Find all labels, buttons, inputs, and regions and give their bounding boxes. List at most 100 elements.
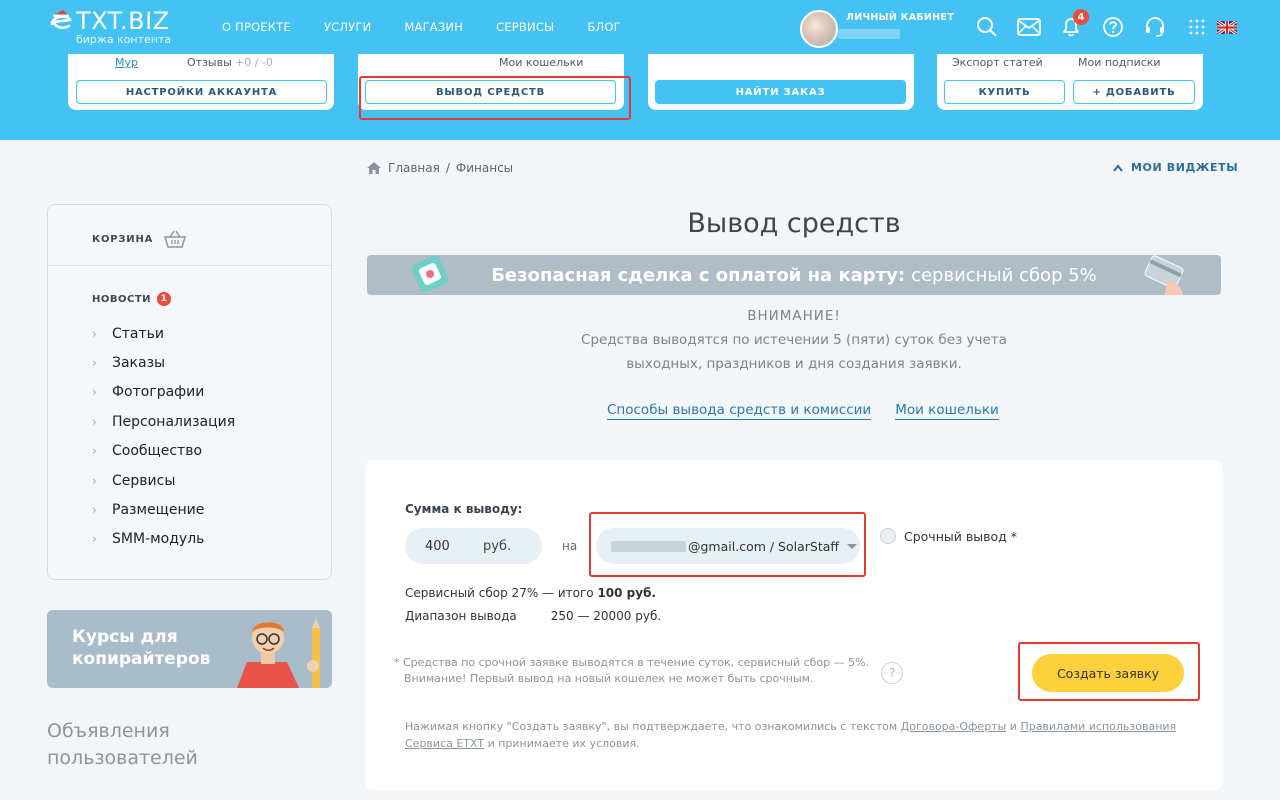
copywriter-courses-banner[interactable]: Курсы для копирайтеров xyxy=(47,610,332,688)
sidebar-item-smm[interactable]: › SMM-модуль xyxy=(92,525,235,554)
breadcrumb-home[interactable]: Главная xyxy=(388,161,440,175)
header-icons: 4 xyxy=(975,9,1239,39)
sidebar-item-orders[interactable]: › Заказы xyxy=(92,348,235,377)
fee-total: 100 руб. xyxy=(597,586,657,600)
user-ads-heading: Объявления пользователей xyxy=(47,718,247,772)
sidebar-menu: › Статьи › Заказы › Фотографии › Персонализа… xyxy=(92,319,235,554)
amount-unit: руб. xyxy=(483,538,512,554)
sidebar-item-label: Размещение xyxy=(112,502,205,519)
highlight-withdraw xyxy=(359,76,631,120)
sidebar-item-label: Статьи xyxy=(112,325,165,342)
nav-tools[interactable]: СЕРВИСЫ xyxy=(496,20,554,34)
headset-icon[interactable] xyxy=(1143,15,1167,39)
chevron-right-icon: › xyxy=(92,326,97,341)
question-icon[interactable]: ? xyxy=(881,662,903,684)
sidebar-item-photos[interactable]: › Фотографии xyxy=(92,378,235,407)
breadcrumb-sep: / xyxy=(445,161,450,175)
sidebar-item-community[interactable]: › Сообщество xyxy=(92,437,235,466)
withdraw-range: Диапазон вывода 250 — 20000 руб. xyxy=(405,609,661,623)
uk-flag-icon[interactable] xyxy=(1215,15,1239,39)
chevron-right-icon: › xyxy=(92,385,97,400)
offer-agreement-link[interactable]: Договора-Оферты xyxy=(901,720,1007,733)
sidebar-item-placement[interactable]: › Размещение xyxy=(92,495,235,524)
amount-value: 400 xyxy=(425,538,450,554)
my-widgets-toggle[interactable]: МОИ ВИДЖЕТЫ xyxy=(1113,161,1238,174)
urgent-withdraw-checkbox[interactable]: Срочный вывод * xyxy=(880,528,1017,544)
highlight-create xyxy=(1018,642,1200,701)
sidebar-item-services[interactable]: › Сервисы xyxy=(92,466,235,495)
nav-services[interactable]: УСЛУГИ xyxy=(324,20,372,34)
methods-commissions-link[interactable]: Способы вывода средств и комиссии xyxy=(607,402,872,420)
safe-deal-banner[interactable]: Безопасная сделка с оплатой на карту: се… xyxy=(367,255,1221,295)
logo-text: TXT.BIZ xyxy=(76,7,170,35)
my-wallets-link-top[interactable]: Мои кошельки xyxy=(499,56,583,69)
news-label: НОВОСТИ xyxy=(92,293,152,305)
chevron-right-icon: › xyxy=(92,414,97,429)
user-name-redacted xyxy=(838,29,900,39)
bell-icon[interactable]: 4 xyxy=(1059,9,1089,39)
ads-title-text: Объявления пользователей xyxy=(47,720,198,769)
page-title: Вывод средств xyxy=(687,208,901,239)
chevron-right-icon: › xyxy=(92,532,97,547)
service-fee-text: Сервисный сбор 27% — итого 100 руб. xyxy=(405,586,656,600)
sidebar-item-label: SMM-модуль xyxy=(112,531,205,548)
notifications-badge: 4 xyxy=(1073,9,1089,25)
news-link[interactable]: НОВОСТИ 1 xyxy=(92,292,172,306)
find-order-button[interactable]: НАЙТИ ЗАКАЗ xyxy=(655,80,906,104)
orders-card: НАЙТИ ЗАКАЗ xyxy=(648,54,914,110)
cartoon-man-icon xyxy=(237,618,320,688)
sidebar-item-label: Персонализация xyxy=(112,413,236,430)
chevron-right-icon: › xyxy=(92,356,97,371)
note-line-2: Внимание! Первый вывод на новый кошелек … xyxy=(404,672,814,685)
news-badge: 1 xyxy=(157,292,172,306)
shop-card: Экспорт статей Мои подписки КУПИТЬ + ДОБ… xyxy=(937,54,1203,110)
help-icon[interactable] xyxy=(1101,15,1125,39)
terms-part-3: и принимаете их условия. xyxy=(484,737,640,750)
to-label: на xyxy=(562,539,578,553)
account-card: Мур Отзывы +0 / -0 НАСТРОЙКИ АККАУНТА xyxy=(68,54,334,110)
reviews-value: +0 / -0 xyxy=(235,56,273,69)
terms-part-1: Нажимая кнопку "Создать заявку", вы подт… xyxy=(405,720,901,733)
banner-text: Безопасная сделка с оплатой на карту: се… xyxy=(367,255,1221,295)
mail-icon[interactable] xyxy=(1017,15,1041,39)
user-cabinet-label: ЛИЧНЫЙ КАБИНЕТ xyxy=(846,12,954,23)
basket-icon xyxy=(164,230,187,248)
credit-card-hand-icon xyxy=(1144,255,1184,295)
sidebar-item-articles[interactable]: › Статьи xyxy=(92,319,235,348)
urgent-label: Срочный вывод * xyxy=(904,528,1017,544)
warning-line-1: Средства выводятся по истечении 5 (пяти)… xyxy=(581,332,1007,348)
note-line-1: * Средства по срочной заявке выводятся в… xyxy=(394,656,870,669)
sidebar-item-personalization[interactable]: › Персонализация xyxy=(92,407,235,436)
urgent-checkbox-box[interactable] xyxy=(880,528,896,544)
warning-line-2: выходных, праздников и дня создания заяв… xyxy=(626,356,962,372)
sidebar-item-label: Заказы xyxy=(112,355,166,372)
nav-shop[interactable]: МАГАЗИН xyxy=(404,20,463,34)
account-name-link[interactable]: Мур xyxy=(115,56,138,69)
search-icon[interactable] xyxy=(975,15,999,39)
promo-text: Курсы для копирайтеров xyxy=(72,627,211,669)
account-settings-button[interactable]: НАСТРОЙКИ АККАУНТА xyxy=(76,80,327,104)
breadcrumb-current: Финансы xyxy=(455,161,514,175)
grid-icon[interactable] xyxy=(1185,15,1209,39)
reviews-label: Отзывы xyxy=(187,56,232,69)
my-wallets-link[interactable]: Мои кошельки xyxy=(895,402,999,420)
buy-button[interactable]: КУПИТЬ xyxy=(944,80,1065,104)
export-articles-link[interactable]: Экспорт статей xyxy=(952,56,1043,69)
banner-rest: сервисный сбор 5% xyxy=(911,264,1097,286)
amount-input[interactable]: 400 руб. xyxy=(405,528,542,564)
nav-about[interactable]: О ПРОЕКТЕ xyxy=(222,20,291,34)
terms-text: Нажимая кнопку "Создать заявку", вы подт… xyxy=(405,718,1195,752)
avatar[interactable] xyxy=(800,10,838,48)
range-label: Диапазон вывода xyxy=(405,609,517,623)
warning-title: ВНИМАНИЕ! xyxy=(747,308,841,324)
my-widgets-label: МОИ ВИДЖЕТЫ xyxy=(1131,161,1239,174)
top-nav: TXT.BIZ биржа контента О ПРОЕКТЕ УСЛУГИ … xyxy=(0,0,1280,58)
chevron-right-icon: › xyxy=(92,444,97,459)
add-button[interactable]: + ДОБАВИТЬ xyxy=(1073,80,1195,104)
cart-link[interactable]: КОРЗИНА xyxy=(92,229,187,249)
user-menu[interactable]: ЛИЧНЫЙ КАБИНЕТ xyxy=(800,10,954,48)
my-subscriptions-link[interactable]: Мои подписки xyxy=(1078,56,1161,69)
logo[interactable]: TXT.BIZ биржа контента xyxy=(48,6,171,46)
sidebar-divider xyxy=(48,265,331,266)
nav-blog[interactable]: БЛОГ xyxy=(587,20,620,34)
